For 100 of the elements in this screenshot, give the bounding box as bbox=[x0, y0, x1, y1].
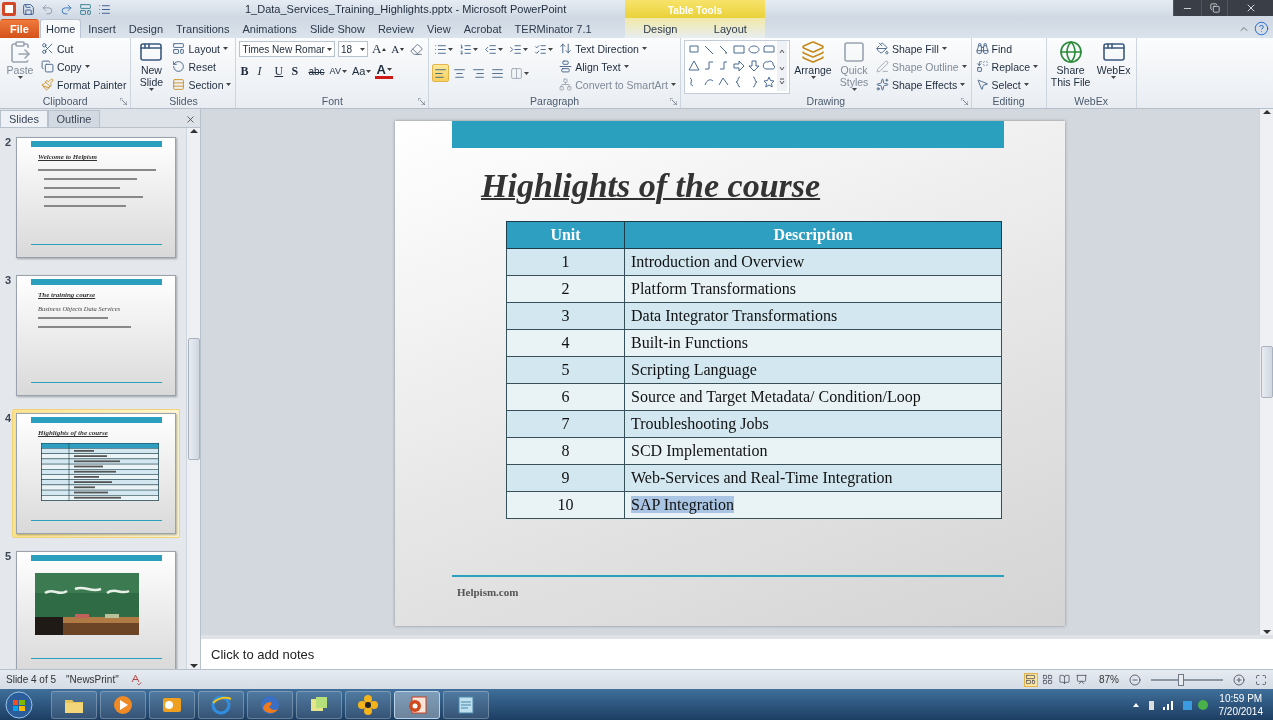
caret-icon bbox=[548, 47, 554, 51]
ribbon-tab[interactable]: Home bbox=[39, 19, 82, 38]
ribbon-tab[interactable]: View bbox=[421, 19, 457, 38]
font-size-field[interactable]: 18 bbox=[337, 41, 368, 57]
launcher-icon[interactable] bbox=[670, 98, 678, 105]
shadow-button[interactable]: S bbox=[290, 62, 305, 80]
share-button[interactable]: Share This File bbox=[1049, 40, 1092, 88]
start-orb-icon[interactable] bbox=[4, 689, 34, 720]
slide-sorter-icon bbox=[1042, 674, 1054, 686]
ribbon-tab[interactable]: Design bbox=[637, 19, 684, 38]
columns-icon bbox=[510, 66, 524, 80]
gallery-scroll-icon bbox=[777, 41, 788, 91]
reset-button[interactable]: Reset bbox=[171, 58, 233, 75]
shape-fill-button[interactable]: Shape Fill bbox=[875, 40, 968, 57]
table-cell: 6 bbox=[506, 383, 625, 411]
bullets-icon bbox=[98, 2, 111, 16]
underline-button[interactable]: U bbox=[273, 62, 288, 80]
caret-icon bbox=[359, 47, 365, 51]
webex-button[interactable]: WebEx bbox=[1094, 40, 1133, 79]
paintbrush-icon bbox=[41, 78, 54, 91]
ribbon-tab[interactable]: Design bbox=[122, 19, 170, 38]
view-button[interactable] bbox=[1058, 672, 1072, 687]
close-icon bbox=[185, 114, 196, 125]
format-painter-button[interactable]: Format Painter bbox=[40, 76, 128, 93]
bold-button[interactable]: B bbox=[239, 62, 254, 80]
pointer-icon bbox=[975, 78, 989, 91]
ribbon-tab[interactable]: Acrobat bbox=[457, 19, 508, 38]
layout-icon bbox=[172, 42, 186, 55]
shapes-gallery[interactable] bbox=[684, 40, 791, 94]
table-cell: 9 bbox=[506, 464, 625, 492]
caret-icon bbox=[524, 71, 530, 75]
ribbon-tab[interactable]: Slide Show bbox=[303, 19, 371, 38]
scroll-thumb[interactable] bbox=[1260, 346, 1273, 398]
character-spacing-button[interactable]: AV bbox=[328, 62, 348, 80]
ribbon-tab[interactable]: Animations bbox=[236, 19, 303, 38]
view-button[interactable] bbox=[1024, 672, 1038, 687]
text-direction-button[interactable]: Text Direction bbox=[558, 40, 678, 57]
ribbon-tab[interactable]: Insert bbox=[82, 19, 122, 38]
justify-icon bbox=[491, 66, 505, 80]
ribbon-tab[interactable]: Layout bbox=[707, 19, 753, 38]
arrange-button[interactable]: Arrange bbox=[793, 40, 834, 79]
caret-icon bbox=[473, 47, 479, 51]
caret-icon bbox=[523, 47, 529, 51]
italic-button[interactable]: I bbox=[256, 62, 271, 80]
scrollbar[interactable] bbox=[1259, 109, 1273, 635]
window-title: 1_Data_Services_Training_Highlights.pptx - Microsoft PowerPoint bbox=[245, 3, 568, 15]
launcher-icon[interactable] bbox=[120, 98, 128, 105]
group-label: WebEx bbox=[1074, 95, 1108, 107]
align-text-button[interactable]: Align Text bbox=[558, 58, 678, 75]
scissors-icon bbox=[41, 42, 54, 55]
table-cell: 10 bbox=[506, 491, 625, 519]
notes-pane[interactable]: Click to add notes bbox=[201, 635, 1273, 669]
shrink-font-button[interactable]: A bbox=[390, 40, 406, 58]
ribbon-tab[interactable]: Review bbox=[371, 19, 420, 38]
fit-window-icon bbox=[1255, 673, 1267, 686]
browser-icon bbox=[210, 693, 232, 716]
layout-button[interactable]: Layout bbox=[171, 40, 233, 57]
restore-button[interactable] bbox=[1201, 0, 1227, 16]
align-text-icon bbox=[559, 60, 573, 73]
change-case-button[interactable]: Aa bbox=[350, 62, 373, 80]
strikethrough-button[interactable]: abc bbox=[307, 62, 326, 80]
new-slide-button[interactable]: New Slide bbox=[134, 40, 169, 91]
reading-view-icon bbox=[1059, 674, 1071, 686]
zoom-level: 87% bbox=[1099, 674, 1119, 686]
table-cell: Data Integrator Transformations bbox=[624, 302, 1002, 330]
section-button[interactable]: Section bbox=[171, 76, 233, 93]
ribbon-tab[interactable]: Transitions bbox=[170, 19, 236, 38]
select-button[interactable]: Select bbox=[974, 76, 1040, 93]
launcher-icon[interactable] bbox=[960, 98, 968, 105]
app-logo-icon[interactable] bbox=[2, 2, 16, 16]
cut-button[interactable]: Cut bbox=[40, 40, 128, 57]
panel-tab[interactable]: Outline bbox=[48, 110, 100, 127]
align-left-button[interactable] bbox=[432, 64, 450, 82]
font-name-field[interactable]: Times New Romar bbox=[239, 41, 335, 57]
help-icon bbox=[1254, 21, 1269, 36]
copy-button[interactable]: Copy bbox=[40, 58, 128, 75]
caret-icon bbox=[366, 69, 372, 73]
launcher-icon[interactable] bbox=[418, 98, 426, 105]
view-button[interactable] bbox=[1041, 672, 1055, 687]
shape-effects-button[interactable]: Shape Effects bbox=[875, 76, 968, 93]
scrollbar[interactable] bbox=[186, 128, 200, 669]
paint-bucket-icon bbox=[876, 42, 890, 55]
group-label: Slides bbox=[169, 95, 198, 107]
theme-name: "NewsPrint" bbox=[66, 674, 119, 686]
down-caret-icon bbox=[400, 47, 405, 51]
replace-icon bbox=[975, 60, 989, 73]
taskbar-app-button[interactable] bbox=[394, 690, 440, 719]
replace-button[interactable]: Replace bbox=[974, 58, 1040, 75]
panel-tab[interactable]: Slides bbox=[0, 110, 48, 127]
slider-thumb[interactable] bbox=[1178, 673, 1185, 686]
save-icon bbox=[22, 2, 35, 16]
font-color-button[interactable]: A bbox=[375, 63, 393, 79]
grow-font-button[interactable]: A bbox=[370, 40, 388, 58]
table-cell: Troubleshooting Jobs bbox=[624, 410, 1002, 438]
ribbon-tab[interactable]: TERMinator 7.1 bbox=[508, 19, 598, 38]
scroll-thumb[interactable] bbox=[187, 337, 200, 460]
group-label: Font bbox=[321, 95, 343, 107]
find-button[interactable]: Find bbox=[974, 40, 1040, 57]
clock-date: 7/20/2014 bbox=[1218, 704, 1263, 718]
slide-number: 2 bbox=[3, 135, 13, 148]
